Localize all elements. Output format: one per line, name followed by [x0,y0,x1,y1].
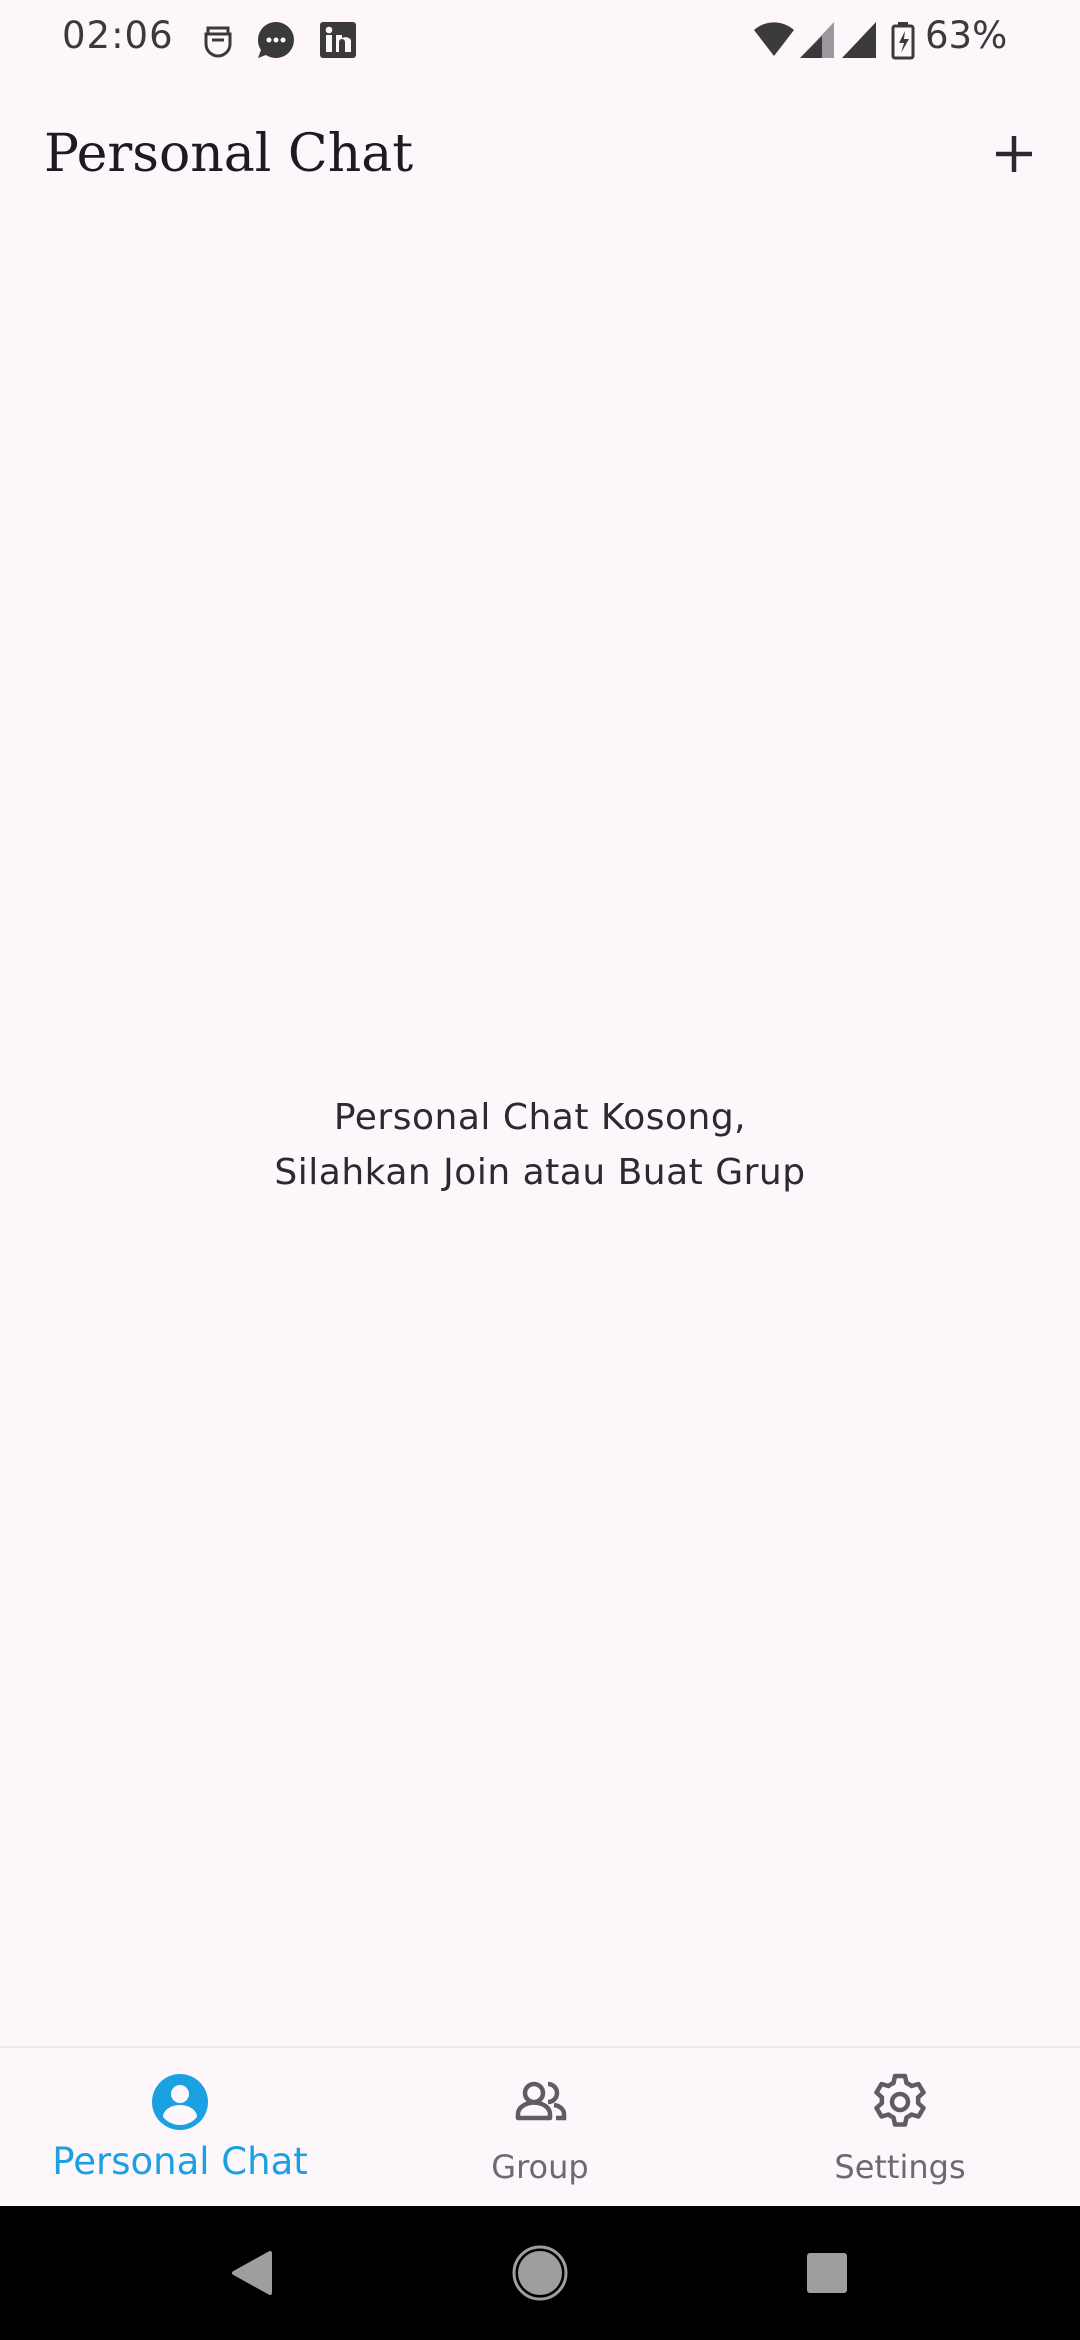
person-icon [152,2074,208,2130]
page-title: Personal Chat [44,124,414,184]
nav-label-personal-chat: Personal Chat [52,2140,308,2183]
nav-item-personal-chat[interactable]: Personal Chat [0,2048,360,2208]
messages-icon [257,21,294,58]
wifi-icon [754,22,794,56]
group-icon [515,2081,567,2121]
recents-button[interactable] [782,2228,872,2318]
empty-state-line-1: Personal Chat Kosong, [333,1097,747,1138]
nav-item-group[interactable]: Group [360,2048,720,2208]
battery-charging-icon [891,22,915,60]
bottom-navigation: Personal Chat Group Settings [0,2046,1080,2208]
battery-percentage: 63% [925,14,1008,57]
home-button[interactable] [495,2228,585,2318]
home-icon [512,2245,568,2301]
nav-label-group: Group [491,2148,589,2186]
nav-item-settings[interactable]: Settings [720,2048,1080,2208]
back-button[interactable] [205,2228,295,2318]
recents-icon [807,2253,847,2293]
empty-state-line-2: Silahkan Join atau Buat Grup [274,1152,806,1193]
status-bar: 02:06 63% [0,0,1080,80]
status-time: 02:06 [62,14,174,57]
back-icon [232,2251,272,2295]
signal-icon [842,22,876,58]
add-button[interactable] [984,124,1044,184]
add-icon [996,136,1032,172]
usb-debug-icon [204,26,232,58]
signal-icon [800,22,834,58]
nav-label-settings: Settings [834,2148,966,2186]
system-navigation-bar [0,2206,1080,2340]
gear-icon [874,2073,926,2127]
empty-state-message: Personal Chat Kosong, Silahkan Join atau… [0,1090,1080,1200]
linkedin-icon [320,22,356,58]
